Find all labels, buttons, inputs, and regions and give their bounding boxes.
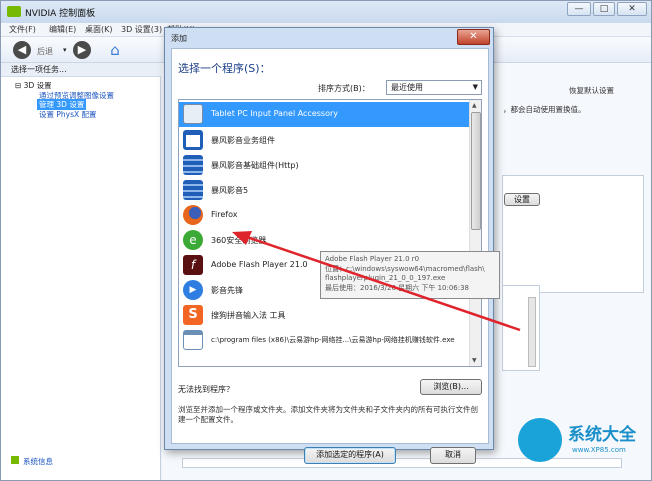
watermark-logo-icon xyxy=(518,418,562,462)
arrow-line xyxy=(243,234,521,332)
watermark: 系统大全 www.XP85.com xyxy=(512,412,652,481)
watermark-text: 系统大全 xyxy=(568,425,636,445)
watermark-url: www.XP85.com xyxy=(572,446,626,454)
annotation-arrow xyxy=(232,231,521,332)
arrow-head xyxy=(232,231,252,245)
